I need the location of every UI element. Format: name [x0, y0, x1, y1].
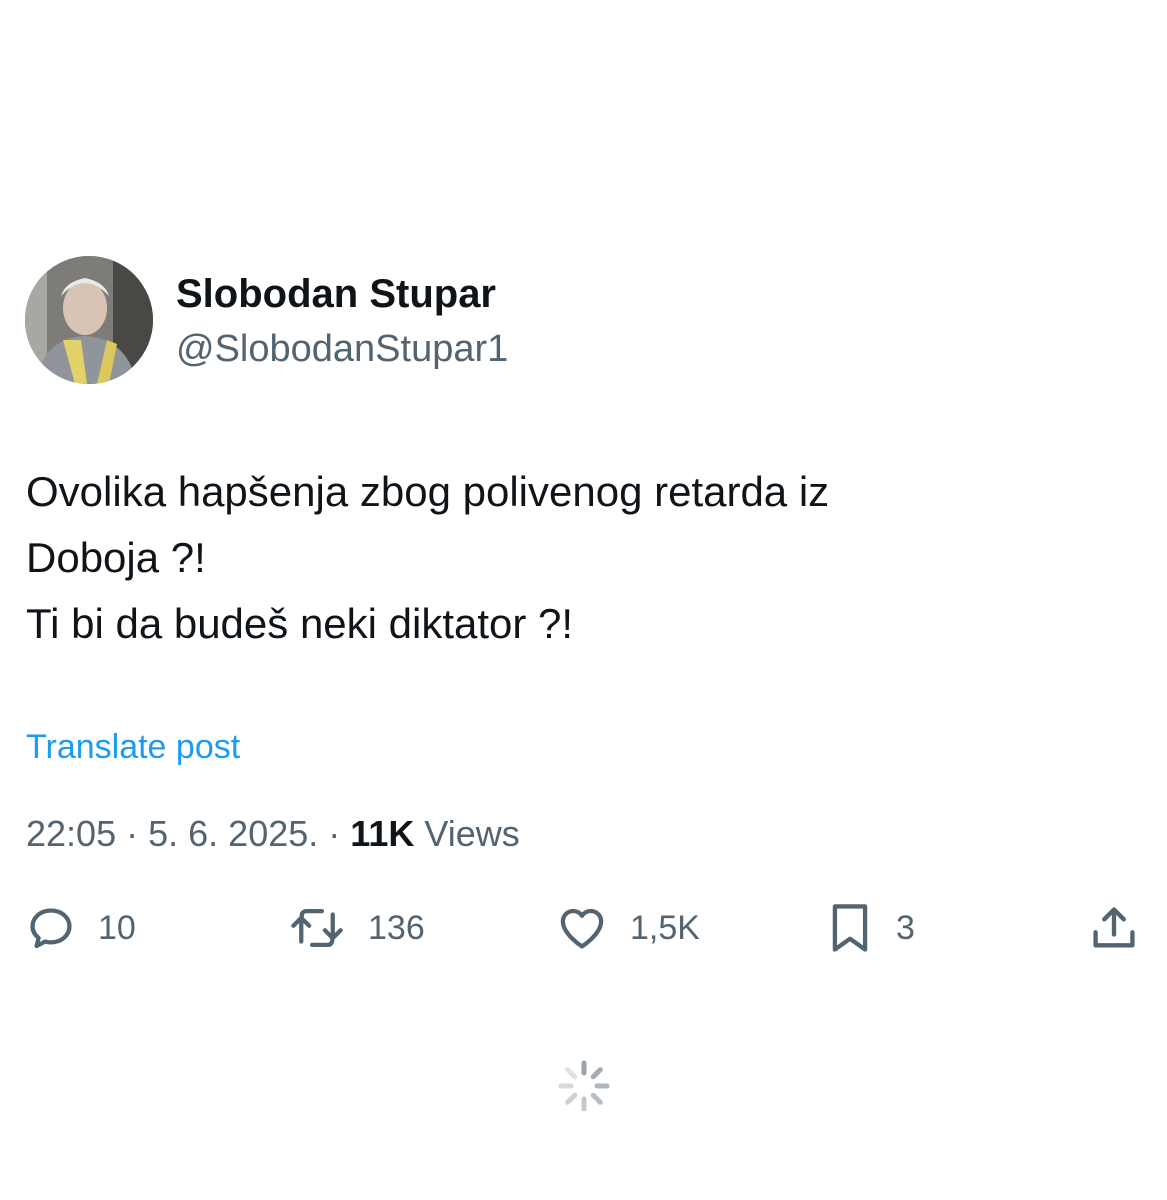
tweet-text-line: Ovolika hapšenja zbog polivenog retarda … [26, 468, 830, 515]
meta-separator: · [126, 813, 139, 854]
bookmark-button[interactable]: 3 [824, 900, 915, 956]
tweet-text: Ovolika hapšenja zbog polivenog retarda … [26, 459, 1126, 657]
views-label: Views [424, 813, 520, 854]
reply-count: 10 [98, 908, 136, 947]
heart-icon [560, 908, 604, 949]
loading-spinner-icon [558, 1060, 610, 1112]
retweet-count: 136 [368, 908, 425, 947]
views-count: 11K [350, 813, 415, 854]
author-handle[interactable]: @SlobodanStupar1 [176, 325, 508, 373]
reply-button[interactable]: 10 [24, 900, 136, 956]
avatar[interactable] [25, 256, 153, 384]
reply-icon [30, 908, 72, 949]
tweet-time[interactable]: 22:05 [26, 813, 116, 854]
avatar-image [25, 256, 153, 384]
bookmark-count: 3 [896, 908, 915, 947]
tweet-date[interactable]: 5. 6. 2025. [148, 813, 318, 854]
meta-separator: · [328, 813, 341, 854]
retweet-icon [291, 908, 343, 948]
tweet: Slobodan Stupar @SlobodanStupar1 Ovolika… [0, 0, 1167, 1200]
retweet-button[interactable]: 136 [286, 900, 425, 956]
tweet-text-line: Doboja ?! [26, 534, 206, 581]
author-display-name[interactable]: Slobodan Stupar [176, 270, 496, 318]
share-button[interactable] [1088, 900, 1140, 956]
tweet-meta: 22:05 · 5. 6. 2025. · 11K Views [26, 811, 520, 857]
like-count: 1,5K [630, 908, 700, 947]
like-button[interactable]: 1,5K [554, 900, 700, 956]
translate-post-link[interactable]: Translate post [26, 725, 240, 769]
bookmark-icon [832, 904, 868, 952]
tweet-text-line: Ti bi da budeš neki diktator ?! [26, 600, 574, 647]
share-icon [1093, 907, 1135, 948]
